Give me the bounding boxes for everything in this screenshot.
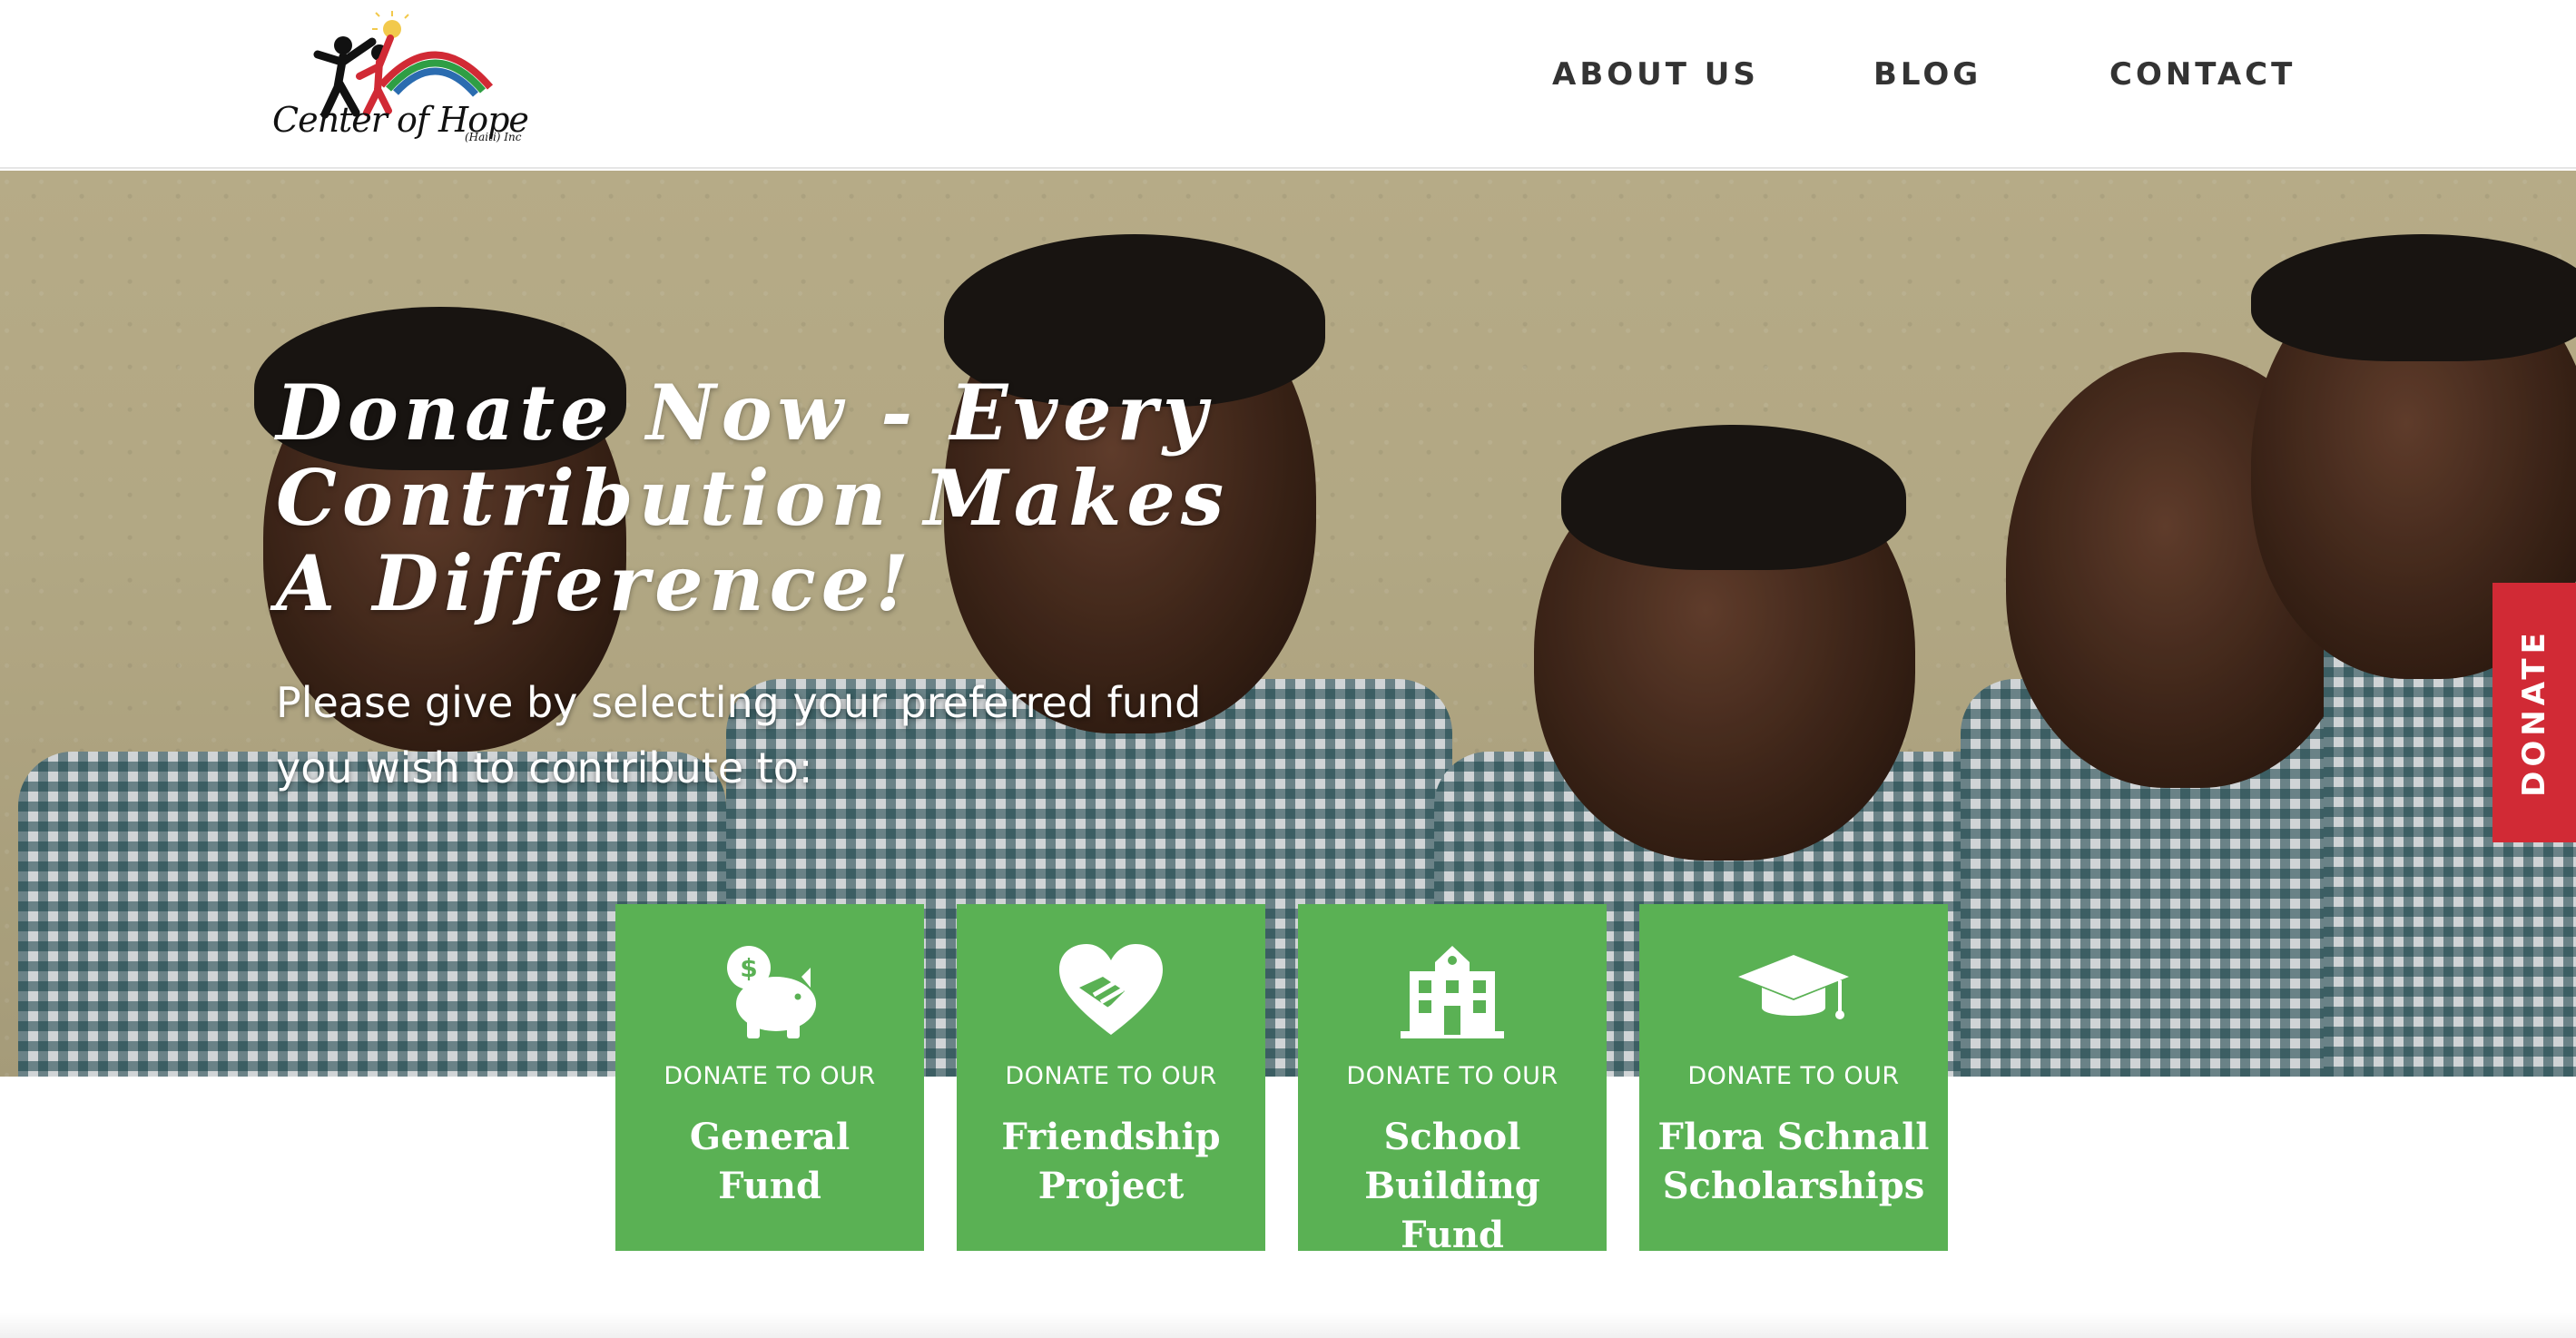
fund-card-scholarships[interactable]: DONATE TO OUR Flora Schnall Scholarships (1639, 904, 1948, 1251)
hero-subtitle: Please give by selecting your preferred … (276, 678, 1202, 792)
nav-blog[interactable]: BLOG (1873, 56, 1981, 93)
side-donate-label: DONATE (2516, 628, 2552, 797)
graduation-cap-icon (1639, 940, 1948, 1040)
site-header: Center of Hope (Haiti) Inc ABOUT US BLOG… (0, 0, 2576, 169)
school-building-icon (1298, 940, 1607, 1040)
hero-banner: Donate Now - Every Contribution Makes A … (0, 171, 2576, 1077)
fund-card-name: General Fund (689, 1116, 850, 1207)
nav-about-us[interactable]: ABOUT US (1552, 56, 1759, 93)
nav-contact[interactable]: CONTACT (2109, 56, 2296, 93)
fund-card-general[interactable]: $ DONATE TO OUR General Fund (615, 904, 924, 1251)
fund-card-pre-label: DONATE TO OUR (664, 1062, 876, 1090)
fund-card-pre-label: DONATE TO OUR (1687, 1062, 1900, 1090)
piggy-bank-icon: $ (615, 940, 924, 1040)
fund-card-pre-label: DONATE TO OUR (1346, 1062, 1558, 1090)
logo-subtext: (Haiti) Inc (465, 131, 522, 143)
fund-card-school-building[interactable]: DONATE TO OUR School Building Fund (1298, 904, 1607, 1256)
fund-card-pre-label: DONATE TO OUR (1005, 1062, 1217, 1090)
heart-handshake-icon (957, 940, 1265, 1040)
fund-card-name: School Building Fund (1364, 1116, 1540, 1256)
center-of-hope-logo[interactable]: Center of Hope (Haiti) Inc (272, 5, 529, 158)
fund-card-friendship[interactable]: DONATE TO OUR Friendship Project (957, 904, 1265, 1251)
side-donate-tab[interactable]: DONATE (2492, 583, 2576, 842)
svg-text:$: $ (740, 953, 757, 983)
fund-card-name: Friendship Project (1001, 1116, 1221, 1207)
hero-title: Donate Now - Every Contribution Makes A … (276, 368, 1230, 628)
section-divider-shadow (0, 1313, 2576, 1338)
fund-card-name: Flora Schnall Scholarships (1657, 1116, 1930, 1207)
